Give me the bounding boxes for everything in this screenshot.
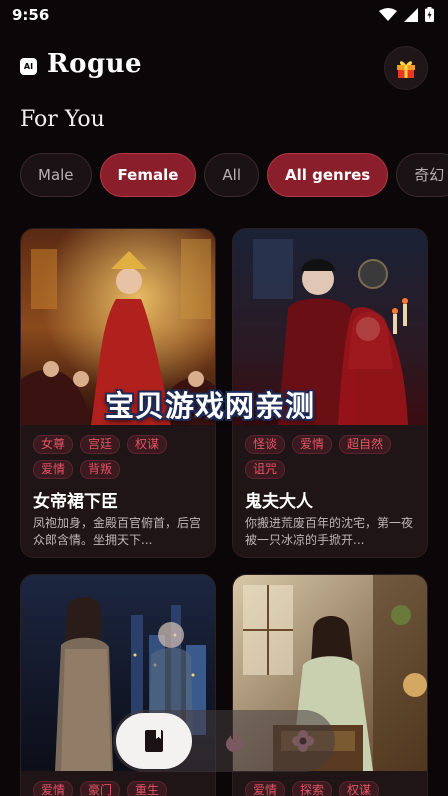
story-description: 你搬进荒废百年的沈宅，第一夜被一只冰凉的手掀开... <box>245 516 414 547</box>
filter-chip-fantasy[interactable]: 奇幻 <box>396 153 448 197</box>
story-tag: 权谋 <box>127 435 168 454</box>
filter-chip-all-genres[interactable]: All genres <box>267 153 389 197</box>
nav-library-button[interactable] <box>116 713 192 769</box>
story-tags: 爱情 探索 权谋 <box>245 781 421 796</box>
story-tag: 背叛 <box>80 460 121 479</box>
story-tags: 爱情 豪门 重生 <box>33 781 209 796</box>
story-tag: 诅咒 <box>245 460 286 479</box>
status-time: 9:56 <box>12 6 50 24</box>
app-logo-badge: AI <box>20 58 37 75</box>
bottom-navigation <box>113 710 335 772</box>
section-title: For You <box>20 107 105 132</box>
story-tag: 豪门 <box>80 781 121 796</box>
story-tag: 爱情 <box>292 435 333 454</box>
signal-icon <box>404 7 418 22</box>
filter-chips: Male Female All All genres 奇幻 <box>20 153 448 197</box>
story-tags: 女尊 宫廷 权谋 爱情 背叛 <box>33 435 209 479</box>
story-tag: 爱情 <box>33 460 74 479</box>
status-bar: 9:56 <box>0 0 448 32</box>
story-tag: 爱情 <box>33 781 74 796</box>
story-tag: 权谋 <box>339 781 380 796</box>
wifi-icon <box>379 7 397 21</box>
nav-hot-button[interactable] <box>221 728 247 754</box>
story-tag: 女尊 <box>33 435 74 454</box>
watermark-text: 宝贝游戏网亲测 <box>105 389 316 423</box>
flower-icon <box>292 730 314 752</box>
filter-chip-female[interactable]: Female <box>99 153 197 197</box>
story-title: 鬼夫大人 <box>245 492 313 512</box>
gift-button[interactable] <box>384 46 428 90</box>
status-icons <box>379 7 434 22</box>
story-description: 凤袍加身，金殿百官俯首，后宫众郎含情。坐拥天下... <box>33 516 202 547</box>
flame-icon <box>226 730 242 752</box>
filter-chip-male[interactable]: Male <box>20 153 92 197</box>
app-title: Rogue <box>47 49 143 79</box>
story-tags: 怪谈 爱情 超自然 诅咒 <box>245 435 421 479</box>
story-tag: 重生 <box>127 781 168 796</box>
nav-settings-button[interactable] <box>290 728 316 754</box>
gift-icon <box>397 61 415 78</box>
story-tag: 宫廷 <box>80 435 121 454</box>
story-tag: 探索 <box>292 781 333 796</box>
book-icon <box>145 730 163 752</box>
story-title: 女帝裙下臣 <box>33 492 118 512</box>
app-header: AI Rogue <box>20 46 428 90</box>
story-tag: 爱情 <box>245 781 286 796</box>
battery-icon <box>425 7 434 22</box>
filter-chip-all[interactable]: All <box>204 153 260 197</box>
story-tag: 超自然 <box>339 435 392 454</box>
story-tag: 怪谈 <box>245 435 286 454</box>
